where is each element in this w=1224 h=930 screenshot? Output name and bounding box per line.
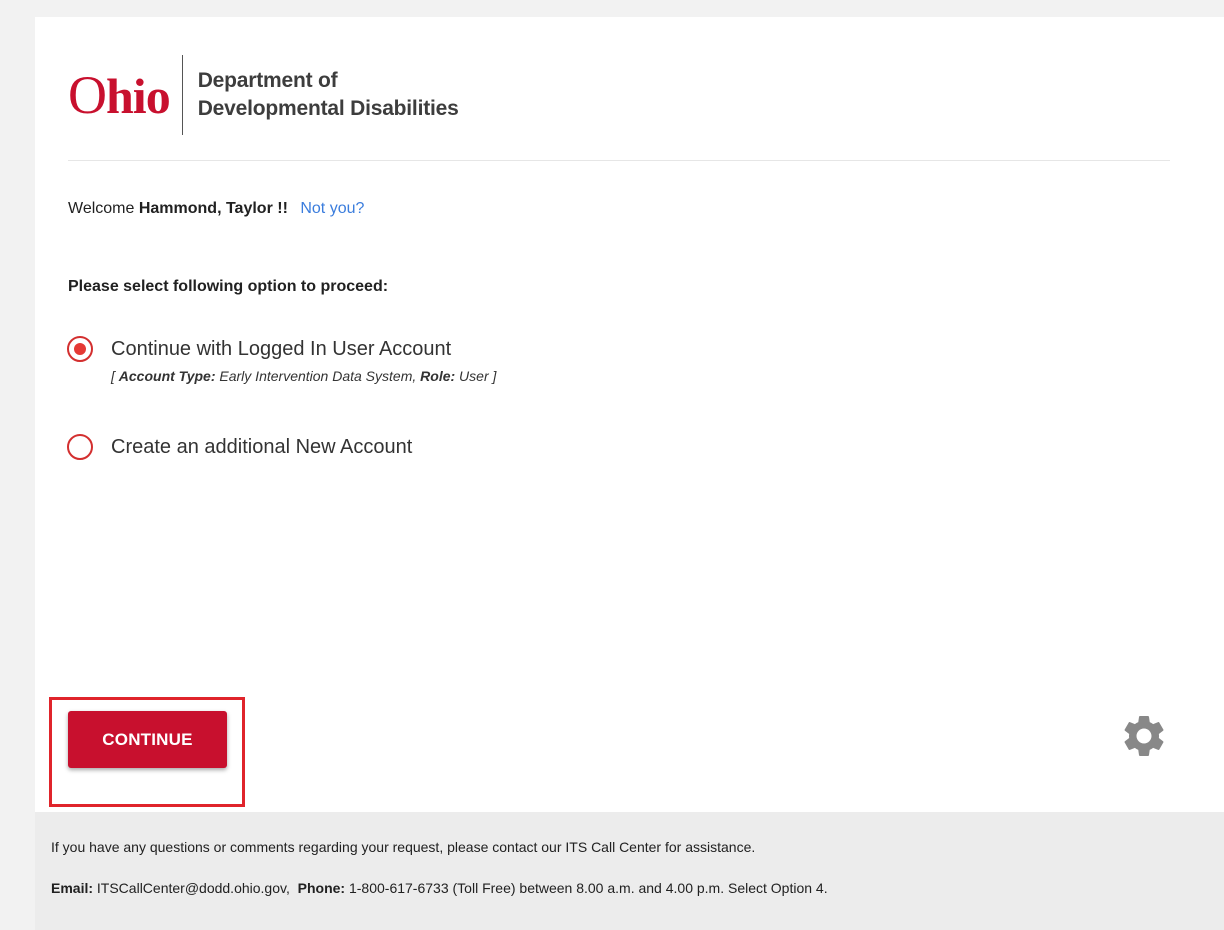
option-label: Continue with Logged In User Account (111, 338, 452, 360)
option-create-new-account[interactable]: Create an additional New Account (67, 434, 412, 460)
page-background: Ohio Department of Developmental Disabil… (0, 0, 1224, 930)
welcome-message: Welcome Hammond, Taylor !! Not you? (68, 200, 364, 218)
phone-value: 1-800-617-6733 (Toll Free) between 8.00 … (348, 880, 828, 896)
main-card: Ohio Department of Developmental Disabil… (35, 17, 1224, 930)
account-type-label: Account Type: (118, 368, 216, 384)
ohio-dodd-logo: Ohio Department of Developmental Disabil… (68, 55, 459, 135)
logo-divider (181, 55, 183, 135)
not-you-link[interactable]: Not you? (300, 200, 364, 217)
welcome-user-name: Hammond, Taylor !! (138, 200, 288, 217)
footer-contact-info: Email: ITSCallCenter@dodd.ohio.gov, Phon… (51, 880, 828, 896)
email-value: ITSCallCenter@dodd.ohio.gov, (96, 880, 290, 896)
account-type-value: Early Intervention Data System, (219, 368, 417, 384)
option-continue-logged-in[interactable]: Continue with Logged In User Account [ A… (67, 336, 496, 384)
welcome-prefix: Welcome (68, 200, 135, 217)
phone-label: Phone: (297, 880, 346, 896)
ohio-wordmark-o: O (68, 65, 107, 125)
email-label: Email: (51, 880, 94, 896)
continue-button[interactable]: CONTINUE (68, 711, 227, 768)
ohio-wordmark-rest: hio (106, 68, 171, 124)
ohio-wordmark: Ohio (68, 65, 171, 125)
select-option-prompt: Please select following option to procee… (68, 278, 389, 295)
account-details-open-bracket: [ (111, 368, 115, 384)
header: Ohio Department of Developmental Disabil… (68, 55, 1170, 161)
role-label: Role: (420, 368, 456, 384)
department-line-2: Developmental Disabilities (197, 97, 459, 120)
account-details: [ Account Type: Early Intervention Data … (111, 368, 496, 384)
department-line-1: Department of (197, 69, 338, 92)
footer: If you have any questions or comments re… (35, 812, 1224, 930)
role-value: User ] (459, 368, 497, 384)
radio-create-new-account[interactable] (67, 434, 93, 460)
department-name: Department of Developmental Disabilities (198, 67, 459, 123)
radio-continue-logged-in[interactable] (67, 336, 93, 362)
option-label: Create an additional New Account (111, 436, 413, 458)
gear-icon[interactable] (1119, 711, 1169, 761)
footer-help-text: If you have any questions or comments re… (51, 839, 756, 855)
